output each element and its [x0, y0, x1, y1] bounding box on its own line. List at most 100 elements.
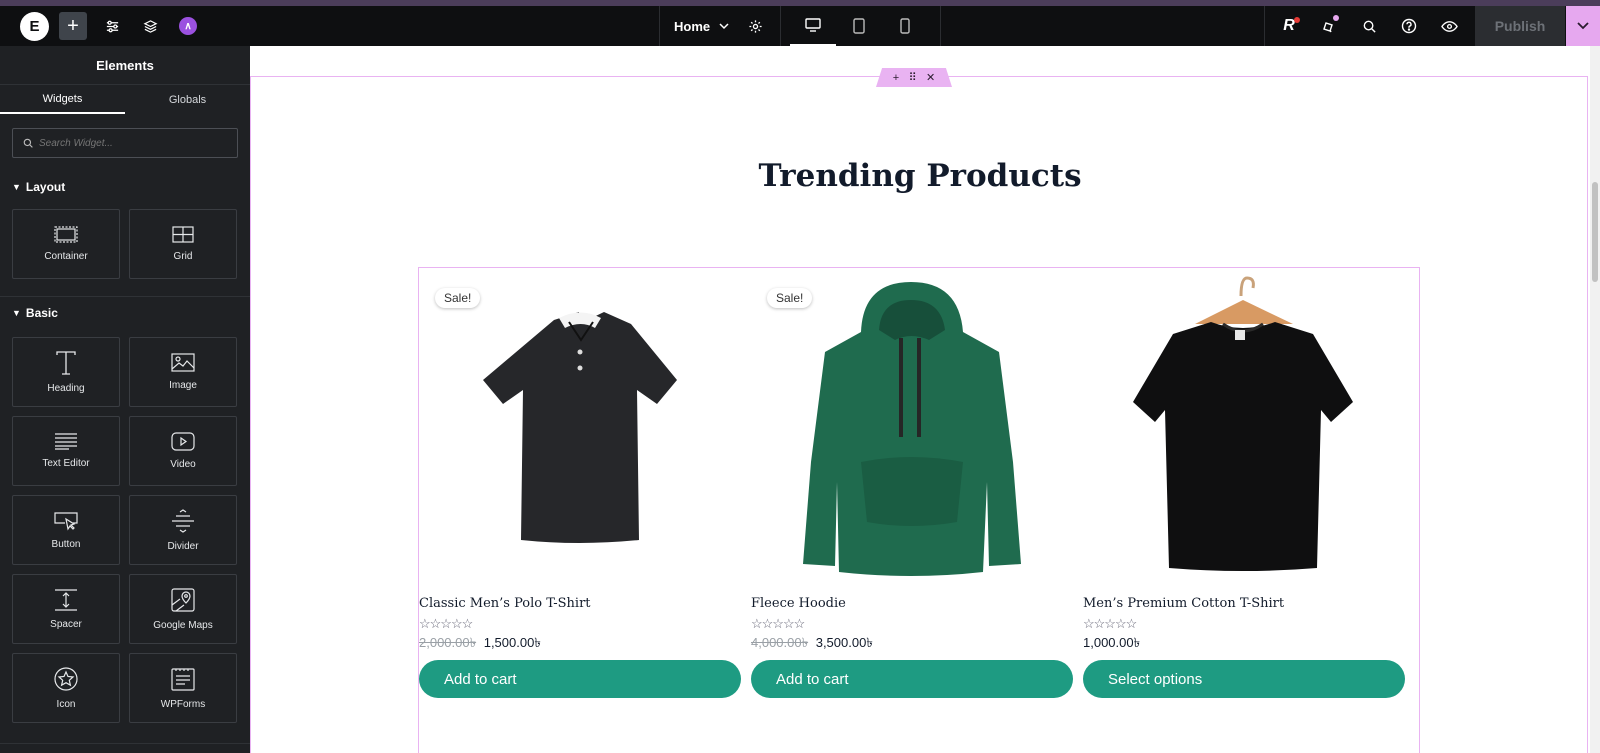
page-name: Home — [674, 18, 711, 34]
search-icon — [23, 138, 33, 148]
notifications-icon[interactable] — [1318, 6, 1340, 46]
add-to-cart-button[interactable]: Add to cart — [751, 660, 1073, 698]
widget-label: Text Editor — [42, 458, 90, 469]
section-layout-header[interactable]: ▼ Layout — [12, 180, 65, 194]
spacer-icon — [55, 588, 77, 611]
divider-icon — [172, 508, 194, 533]
section-layout-title: Layout — [25, 180, 66, 194]
add-element-button[interactable]: + — [59, 12, 87, 40]
select-options-button[interactable]: Select options — [1083, 660, 1405, 698]
sale-price: 3,500.00৳ — [815, 635, 873, 650]
product-price: 1,000.00৳ — [1083, 634, 1140, 655]
product-price: 2,000.00৳ 1,500.00৳ — [419, 634, 541, 655]
product-name[interactable]: Fleece Hoodie — [751, 596, 846, 611]
add-section-icon[interactable]: + — [893, 72, 899, 84]
canvas-scrollbar[interactable] — [1590, 46, 1600, 753]
map-pin-icon — [171, 587, 195, 612]
products-grid: Sale! Classic Men’s Polo T-Shirt ☆☆☆☆☆ 2… — [418, 267, 1420, 753]
caret-down-icon: ▼ — [12, 308, 21, 318]
widget-label: Icon — [56, 698, 76, 710]
plugin-r-icon[interactable]: R — [1278, 6, 1300, 46]
widget-label: Image — [169, 380, 197, 391]
section-basic-title: Basic — [25, 306, 58, 320]
delete-section-icon[interactable]: ✕ — [926, 71, 935, 84]
button-icon — [54, 511, 78, 531]
heading-icon — [56, 350, 76, 375]
ai-assistant-icon[interactable]: ∧ — [179, 17, 197, 35]
search-icon[interactable] — [1358, 6, 1380, 46]
widget-container[interactable]: Container — [12, 209, 120, 279]
star-icon — [54, 666, 78, 691]
widget-label: WPForms — [160, 698, 206, 710]
rating-stars: ☆☆☆☆☆ — [1083, 616, 1137, 631]
add-to-cart-button[interactable]: Add to cart — [419, 660, 741, 698]
grid-icon — [172, 226, 194, 243]
sale-price: 1,500.00৳ — [483, 635, 541, 650]
elementor-logo-icon[interactable]: E — [20, 12, 49, 41]
widget-icon[interactable]: Icon — [12, 653, 120, 723]
sale-badge: Sale! — [435, 288, 481, 308]
widget-label: Container — [44, 251, 88, 262]
widget-label: Google Maps — [153, 619, 213, 631]
widget-search-input[interactable] — [39, 137, 219, 149]
section-basic-header[interactable]: ▼ Basic — [12, 306, 58, 320]
scrollbar-thumb[interactable] — [1592, 182, 1598, 282]
widget-spacer[interactable]: Spacer — [12, 574, 120, 644]
image-icon — [171, 353, 195, 372]
page-selector[interactable]: Home — [674, 6, 729, 46]
publish-options-chevron-icon[interactable] — [1566, 6, 1600, 46]
panel-title: Elements — [0, 46, 250, 85]
site-settings-sliders-icon[interactable] — [101, 6, 123, 46]
drag-handle-icon[interactable]: ⠿ — [909, 71, 917, 84]
tab-widgets[interactable]: Widgets — [0, 85, 125, 114]
widget-label: Spacer — [50, 618, 82, 630]
video-icon — [171, 432, 195, 451]
widget-heading[interactable]: Heading — [12, 337, 120, 407]
tablet-view-icon[interactable] — [836, 6, 882, 46]
old-price: 4,000.00৳ — [751, 635, 809, 650]
tshirt-image[interactable] — [1083, 272, 1405, 582]
widget-button[interactable]: Button — [12, 495, 120, 565]
widget-divider[interactable]: Divider — [129, 495, 237, 565]
help-icon[interactable] — [1398, 6, 1420, 46]
desktop-view-icon[interactable] — [790, 6, 836, 46]
product-price: 4,000.00৳ 3,500.00৳ — [751, 634, 873, 655]
old-price: 2,000.00৳ — [419, 635, 477, 650]
product-price-value: 1,000.00৳ — [1083, 635, 1141, 650]
widget-search[interactable] — [12, 128, 238, 158]
widget-image[interactable]: Image — [129, 337, 237, 407]
container-icon — [54, 226, 78, 243]
page-settings-gear-icon[interactable] — [744, 6, 766, 46]
tab-globals[interactable]: Globals — [125, 85, 250, 114]
widget-label: Video — [170, 459, 196, 470]
hoodie-image[interactable] — [751, 272, 1073, 582]
widget-label: Button — [51, 538, 81, 550]
preview-eye-icon[interactable] — [1438, 6, 1460, 46]
page-canvas: + ⠿ ✕ Trending Products Sale! Classic Me… — [250, 46, 1590, 753]
polo-shirt-image[interactable] — [419, 272, 741, 582]
section-handle[interactable]: + ⠿ ✕ — [876, 68, 952, 87]
section-heading[interactable]: Trending Products — [250, 158, 1590, 194]
product-name[interactable]: Men’s Premium Cotton T-Shirt — [1083, 596, 1284, 611]
widget-wpforms[interactable]: WPForms — [129, 653, 237, 723]
widget-label: Heading — [47, 382, 85, 394]
wpforms-icon — [171, 667, 195, 691]
widget-label: Grid — [173, 251, 193, 262]
publish-button[interactable]: Publish — [1475, 6, 1565, 46]
widget-grid[interactable]: Grid — [129, 209, 237, 279]
widget-video[interactable]: Video — [129, 416, 237, 486]
rating-stars: ☆☆☆☆☆ — [751, 616, 805, 631]
chevron-down-icon — [719, 22, 729, 29]
sale-badge: Sale! — [767, 288, 813, 308]
caret-down-icon: ▼ — [12, 182, 21, 192]
widget-label: Divider — [167, 540, 199, 552]
widget-google-maps[interactable]: Google Maps — [129, 574, 237, 644]
text-editor-icon — [55, 433, 77, 450]
mobile-view-icon[interactable] — [882, 6, 928, 46]
rating-stars: ☆☆☆☆☆ — [419, 616, 473, 631]
product-name[interactable]: Classic Men’s Polo T-Shirt — [419, 596, 591, 611]
elements-panel: Elements Widgets Globals ▼ Layout Contai… — [0, 46, 250, 753]
widget-text-editor[interactable]: Text Editor — [12, 416, 120, 486]
editor-topbar: E + ∧ Home R Publish — [0, 6, 1600, 46]
structure-layers-icon[interactable] — [139, 6, 161, 46]
